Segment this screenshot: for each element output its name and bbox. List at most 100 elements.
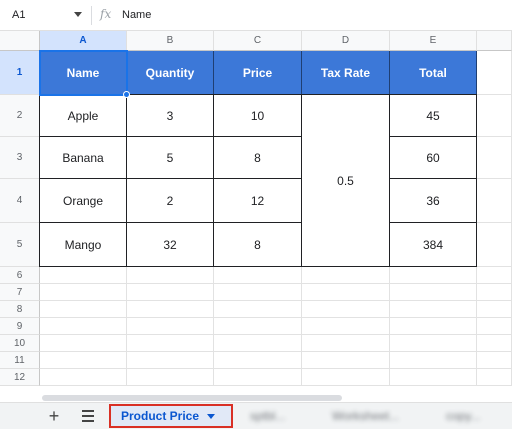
empty-cell[interactable] — [390, 318, 477, 335]
empty-cell[interactable] — [477, 179, 512, 223]
table-cell[interactable]: Apple — [40, 95, 127, 137]
row-header-11[interactable]: 11 — [0, 352, 40, 369]
name-box[interactable]: A1 — [0, 4, 88, 26]
empty-cell[interactable] — [390, 284, 477, 301]
select-all-corner[interactable] — [0, 31, 40, 51]
merged-tax-rate-cell[interactable]: 0.5 — [302, 95, 390, 267]
empty-cell[interactable] — [40, 284, 127, 301]
empty-cell[interactable] — [390, 352, 477, 369]
column-header-extra[interactable] — [477, 31, 512, 51]
table-cell[interactable]: 5 — [127, 137, 214, 179]
empty-cell[interactable] — [40, 301, 127, 318]
header-cell[interactable]: Name — [40, 51, 127, 95]
empty-cell[interactable] — [390, 301, 477, 318]
empty-cell[interactable] — [390, 335, 477, 352]
empty-cell[interactable] — [127, 335, 214, 352]
empty-cell[interactable] — [127, 352, 214, 369]
table-cell[interactable]: 10 — [214, 95, 302, 137]
add-sheet-button[interactable]: + — [44, 406, 64, 426]
row-header-6[interactable]: 6 — [0, 267, 40, 284]
empty-cell[interactable] — [477, 267, 512, 284]
empty-cell[interactable] — [127, 369, 214, 386]
table-cell[interactable]: 8 — [214, 223, 302, 267]
table-cell[interactable]: 3 — [127, 95, 214, 137]
table-cell[interactable]: Banana — [40, 137, 127, 179]
table-cell[interactable]: 32 — [127, 223, 214, 267]
row-header-4[interactable]: 4 — [0, 179, 40, 223]
all-sheets-button[interactable] — [78, 406, 98, 426]
empty-cell[interactable] — [214, 335, 302, 352]
empty-cell[interactable] — [302, 352, 390, 369]
empty-cell[interactable] — [302, 318, 390, 335]
column-header-c[interactable]: C — [214, 31, 302, 51]
row-header-7[interactable]: 7 — [0, 284, 40, 301]
scrollbar-thumb[interactable] — [42, 395, 342, 401]
table-cell[interactable]: 8 — [214, 137, 302, 179]
empty-cell[interactable] — [477, 369, 512, 386]
formula-input[interactable]: Name — [122, 9, 151, 21]
row-header-12[interactable]: 12 — [0, 369, 40, 386]
tab-product-price[interactable]: Product Price — [109, 404, 233, 428]
row-header-2[interactable]: 2 — [0, 95, 40, 137]
empty-cell[interactable] — [40, 267, 127, 284]
empty-cell[interactable] — [127, 267, 214, 284]
empty-cell[interactable] — [477, 95, 512, 137]
column-header-e[interactable]: E — [390, 31, 477, 51]
row-header-3[interactable]: 3 — [0, 137, 40, 179]
empty-cell[interactable] — [127, 318, 214, 335]
empty-cell[interactable] — [390, 369, 477, 386]
empty-cell[interactable] — [477, 51, 512, 95]
empty-cell[interactable] — [477, 301, 512, 318]
row-header-10[interactable]: 10 — [0, 335, 40, 352]
empty-cell[interactable] — [127, 284, 214, 301]
chevron-down-icon[interactable] — [74, 12, 82, 17]
table-cell[interactable]: 45 — [390, 95, 477, 137]
empty-cell[interactable] — [390, 267, 477, 284]
empty-cell[interactable] — [477, 352, 512, 369]
row-header-1[interactable]: 1 — [0, 51, 40, 95]
empty-cell[interactable] — [302, 267, 390, 284]
table-cell[interactable]: Orange — [40, 179, 127, 223]
empty-cell[interactable] — [302, 301, 390, 318]
table-cell[interactable]: 2 — [127, 179, 214, 223]
empty-cell[interactable] — [477, 335, 512, 352]
table-cell[interactable]: 12 — [214, 179, 302, 223]
empty-cell[interactable] — [477, 137, 512, 179]
empty-cell[interactable] — [214, 284, 302, 301]
empty-cell[interactable] — [302, 369, 390, 386]
empty-cell[interactable] — [214, 267, 302, 284]
empty-cell[interactable] — [40, 318, 127, 335]
header-cell[interactable]: Tax Rate — [302, 51, 390, 95]
sheet-tab[interactable]: Worksheet... — [322, 404, 409, 428]
empty-cell[interactable] — [477, 223, 512, 267]
horizontal-scrollbar[interactable] — [40, 393, 512, 402]
fill-handle[interactable] — [123, 91, 130, 98]
sheet-tab[interactable]: copy... — [436, 404, 490, 428]
empty-cell[interactable] — [302, 284, 390, 301]
table-cell[interactable]: Mango — [40, 223, 127, 267]
empty-cell[interactable] — [214, 318, 302, 335]
column-header-b[interactable]: B — [127, 31, 214, 51]
table-cell[interactable]: 384 — [390, 223, 477, 267]
chevron-down-icon[interactable] — [207, 413, 216, 419]
empty-cell[interactable] — [477, 318, 512, 335]
empty-cell[interactable] — [302, 335, 390, 352]
empty-cell[interactable] — [40, 369, 127, 386]
empty-cell[interactable] — [40, 352, 127, 369]
row-header-5[interactable]: 5 — [0, 223, 40, 267]
table-cell[interactable]: 60 — [390, 137, 477, 179]
empty-cell[interactable] — [40, 335, 127, 352]
empty-cell[interactable] — [214, 352, 302, 369]
row-header-8[interactable]: 8 — [0, 301, 40, 318]
empty-cell[interactable] — [214, 369, 302, 386]
empty-cell[interactable] — [214, 301, 302, 318]
header-cell[interactable]: Total — [390, 51, 477, 95]
empty-cell[interactable] — [127, 301, 214, 318]
empty-cell[interactable] — [477, 284, 512, 301]
row-header-9[interactable]: 9 — [0, 318, 40, 335]
header-cell[interactable]: Price — [214, 51, 302, 95]
table-cell[interactable]: 36 — [390, 179, 477, 223]
header-cell[interactable]: Quantity — [127, 51, 214, 95]
column-header-d[interactable]: D — [302, 31, 390, 51]
sheet-tab[interactable]: sptbl... — [240, 404, 295, 428]
